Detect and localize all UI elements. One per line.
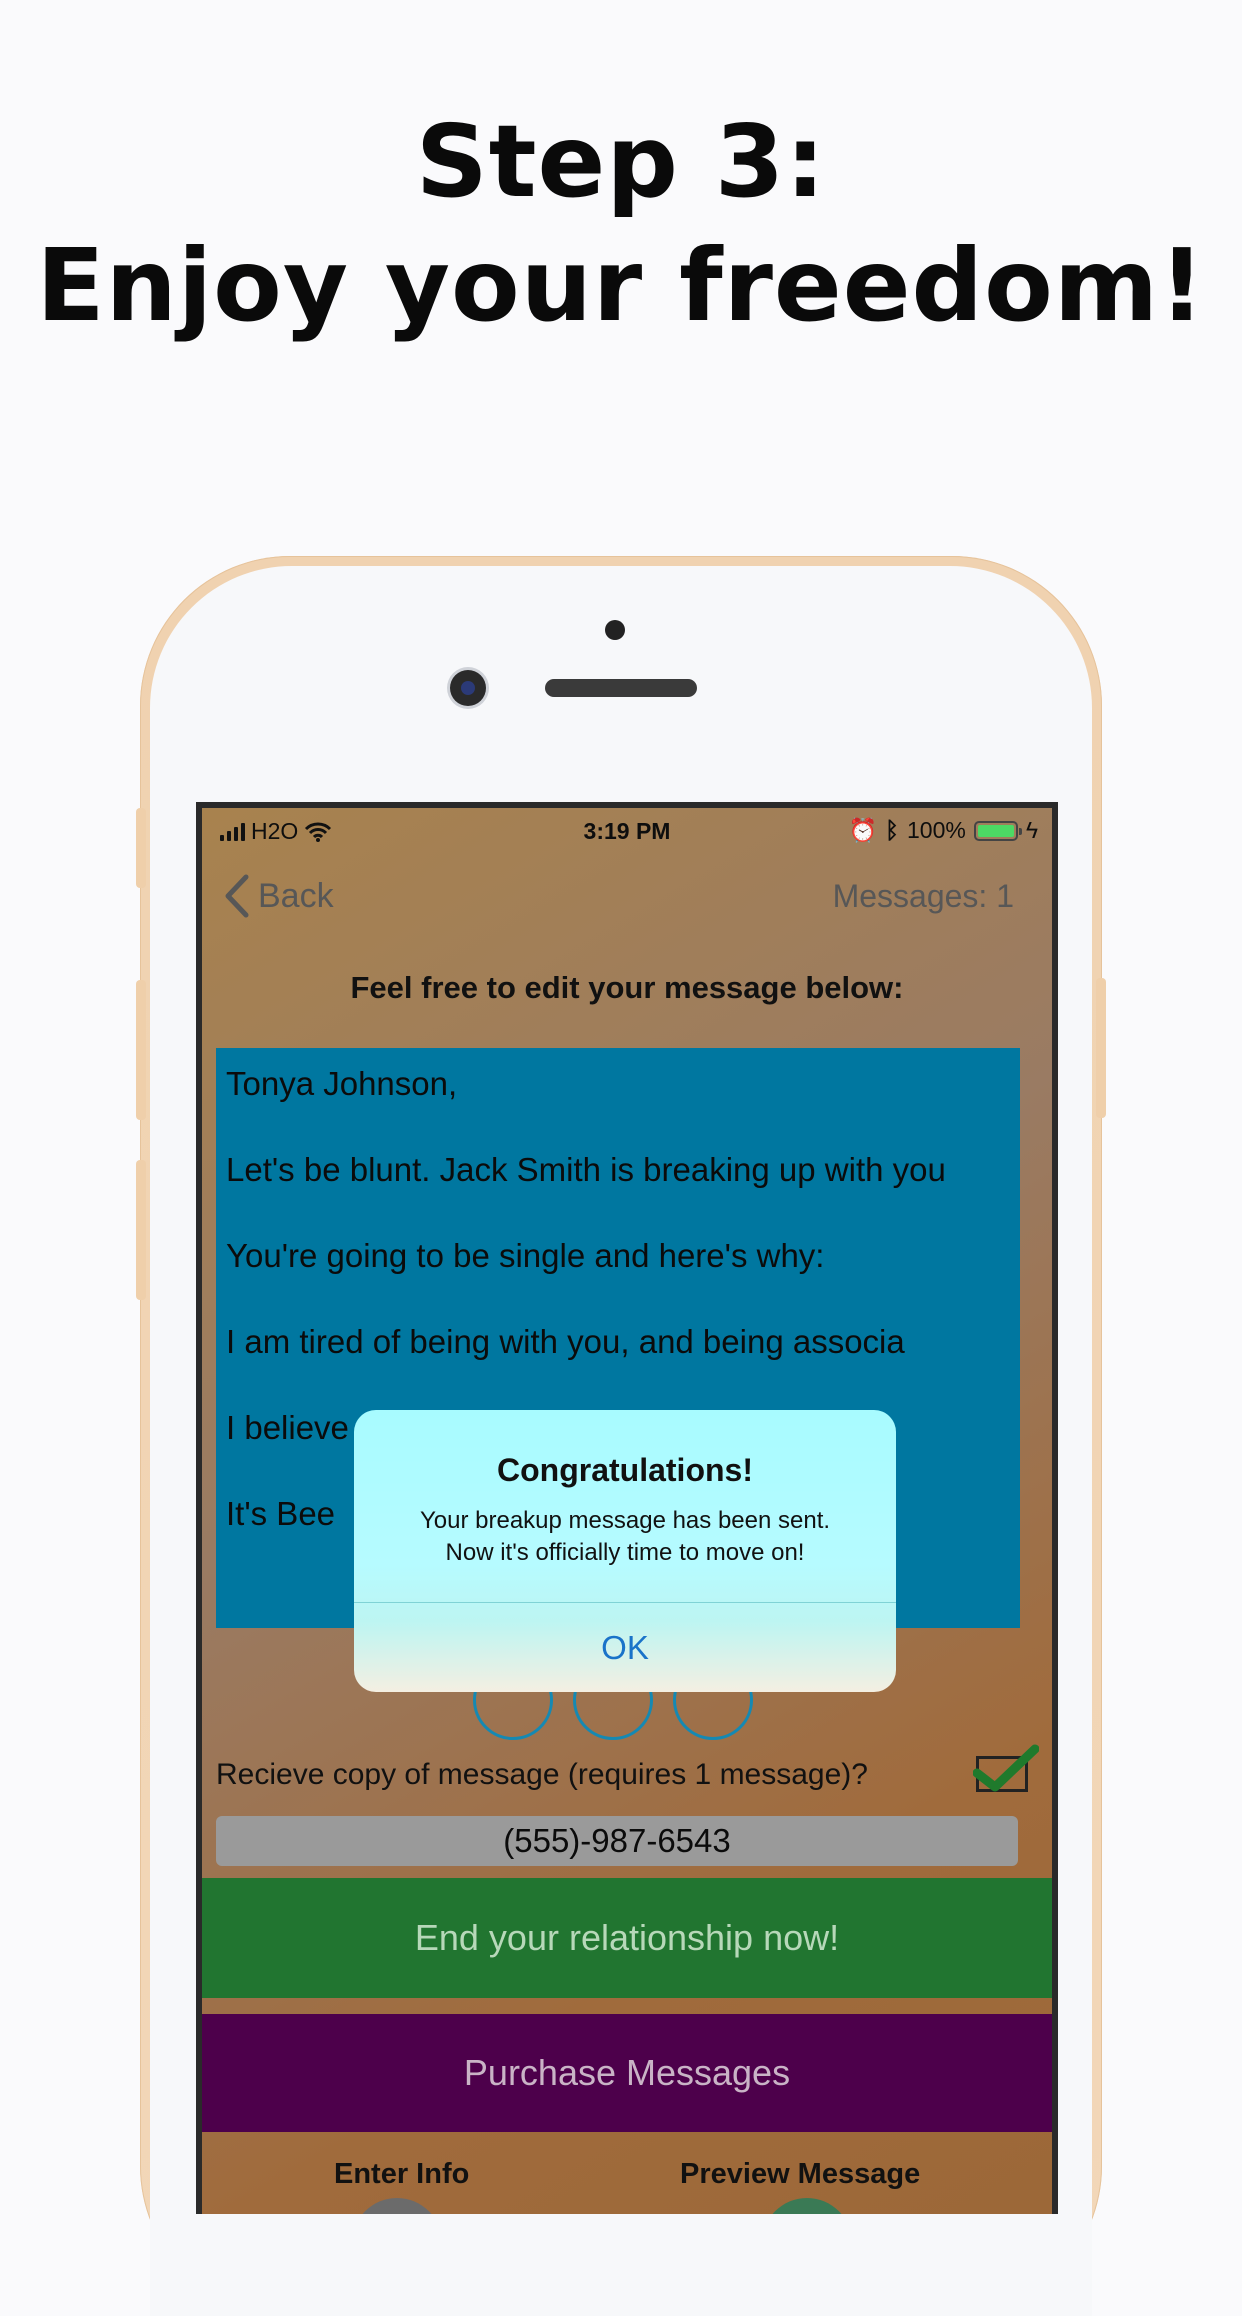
proximity-sensor <box>605 620 625 640</box>
power-button <box>1096 978 1106 1118</box>
volume-down-button <box>136 1160 146 1300</box>
front-camera <box>450 670 486 706</box>
congratulations-alert: Congratulations! Your breakup message ha… <box>354 1410 896 1692</box>
headline-line2: Enjoy your freedom! <box>36 227 1206 344</box>
alert-message: Your breakup message has been sent. Now … <box>354 1505 896 1569</box>
earpiece-speaker <box>545 679 697 697</box>
alert-title: Congratulations! <box>497 1452 753 1488</box>
alert-message-line2: Now it's officially time to move on! <box>445 1539 805 1566</box>
volume-up-button <box>136 980 146 1120</box>
alert-ok-button[interactable]: OK <box>354 1603 896 1692</box>
mute-switch <box>136 808 146 888</box>
alert-message-line1: Your breakup message has been sent. <box>419 1507 831 1534</box>
headline-line1: Step 3: <box>415 103 827 220</box>
app-screen: H2O 3:19 PM ⏰ ᛒ 100% ϟ Back Messages: 1 … <box>196 802 1058 2214</box>
headline: Step 3: Enjoy your freedom! <box>0 100 1242 348</box>
